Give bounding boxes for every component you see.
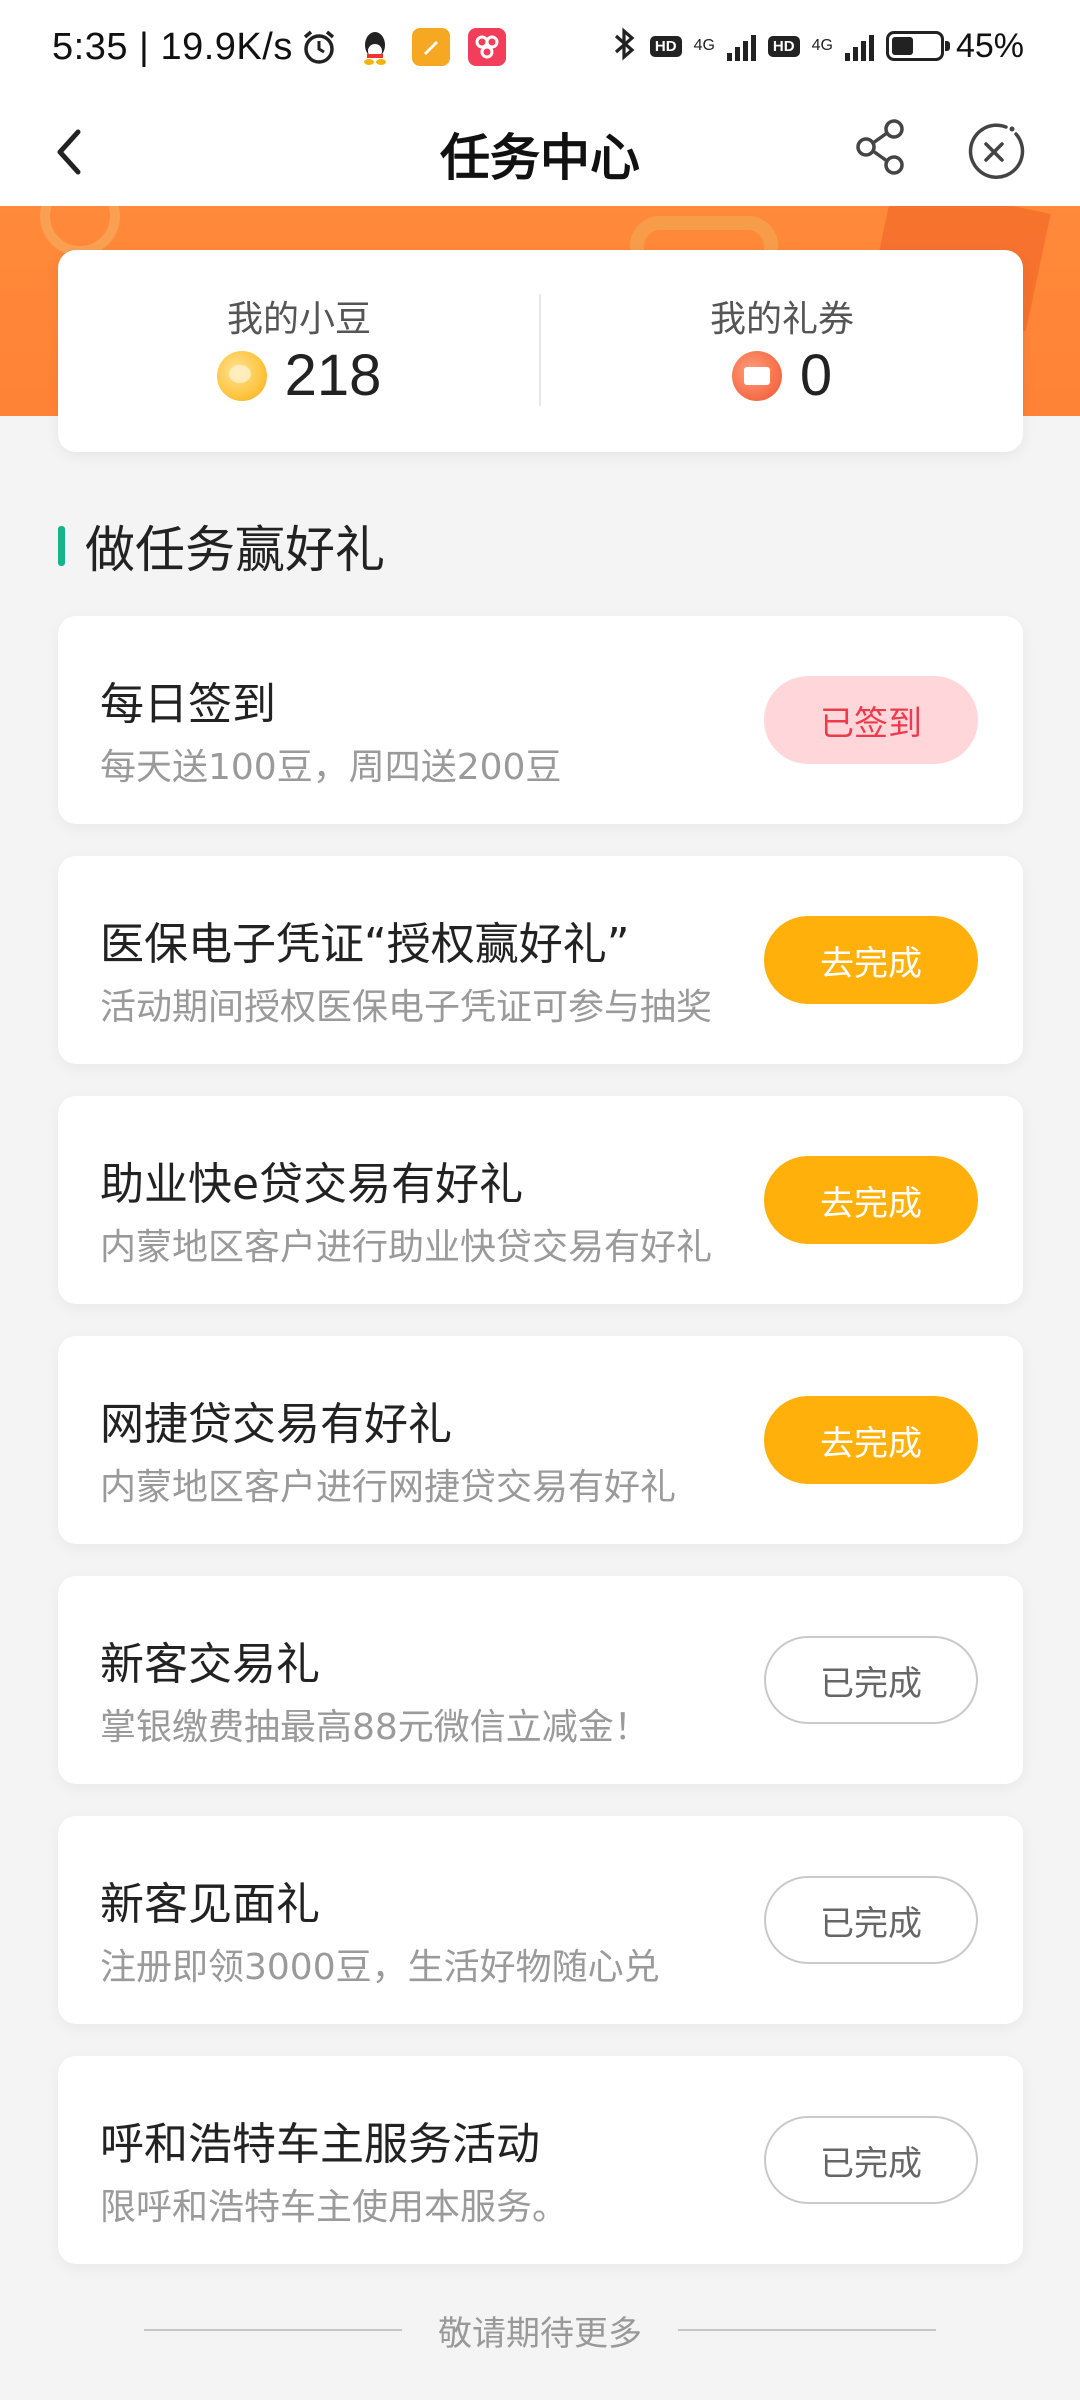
assets-summary-card: 我的小豆 218 我的礼券 0 [58, 250, 1023, 452]
footer-text: 敬请期待更多 [438, 2313, 642, 2354]
page-title: 任务中心 [440, 129, 640, 187]
coin-icon [216, 350, 267, 401]
hd-badge: HD [649, 35, 682, 57]
close-circle-icon [968, 123, 1025, 179]
section-accent-bar [58, 526, 65, 566]
task-description: 内蒙地区客户进行网捷贷交易有好礼 [100, 1467, 677, 1508]
close-button[interactable] [956, 112, 1034, 190]
beans-label: 我的小豆 [226, 299, 371, 340]
task-description: 注册即领3000豆，生活好物随心兑 [100, 1947, 660, 1988]
task-title: 新客见面礼 [100, 1879, 320, 1930]
status-right-icons: HD 4G HD 4G 45% [612, 26, 1024, 66]
go-complete-button[interactable]: 去完成 [764, 1156, 978, 1244]
task-title: 助业快e贷交易有好礼 [100, 1159, 524, 1210]
task-title: 新客交易礼 [100, 1639, 320, 1690]
task-card: 新客交易礼 掌银缴费抽最高88元微信立减金！ 已完成 [58, 1576, 1023, 1784]
status-bar: 5:35 | 19.9K/s HD 4G HD 4G 45% [0, 0, 1080, 96]
bluetooth-icon [612, 26, 638, 66]
coupon-icon [731, 350, 782, 401]
task-card: 呼和浩特车主服务活动 限呼和浩特车主使用本服务。 已完成 [58, 2056, 1023, 2264]
task-card: 新客见面礼 注册即领3000豆，生活好物随心兑 已完成 [58, 1816, 1023, 2024]
task-card: 助业快e贷交易有好礼 内蒙地区客户进行助业快贷交易有好礼 去完成 [58, 1096, 1023, 1304]
task-card: 医保电子凭证“授权赢好礼” 活动期间授权医保电子凭证可参与抽奖 去完成 [58, 856, 1023, 1064]
task-card: 每日签到 每天送100豆，周四送200豆 已签到 [58, 616, 1023, 824]
completed-button[interactable]: 已完成 [764, 1876, 978, 1964]
task-title: 每日签到 [100, 679, 276, 730]
signal-icon [726, 31, 756, 61]
task-description: 内蒙地区客户进行助业快贷交易有好礼 [100, 1227, 713, 1268]
go-complete-button[interactable]: 去完成 [764, 1396, 978, 1484]
qq-icon [356, 28, 394, 66]
task-description: 活动期间授权医保电子凭证可参与抽奖 [100, 987, 713, 1028]
completed-button[interactable]: 已完成 [764, 2116, 978, 2204]
network-type: 4G [693, 37, 715, 54]
coupons-label: 我的礼券 [709, 299, 854, 340]
coupons-summary[interactable]: 我的礼券 0 [541, 250, 1023, 452]
task-description: 每天送100豆，周四送200豆 [100, 747, 562, 788]
section-title: 做任务赢好礼 [85, 521, 385, 579]
divider [144, 2329, 402, 2331]
section-header: 做任务赢好礼 [58, 516, 385, 579]
task-card: 网捷贷交易有好礼 内蒙地区客户进行网捷贷交易有好礼 去完成 [58, 1336, 1023, 1544]
battery-percent: 45% [955, 26, 1024, 65]
share-icon [856, 119, 904, 175]
signal-icon [844, 31, 874, 61]
task-description: 掌银缴费抽最高88元微信立减金！ [100, 1707, 650, 1748]
share-button[interactable] [846, 112, 916, 182]
network-type: 4G [811, 37, 833, 54]
coupons-value: 0 [799, 343, 833, 408]
battery-icon [885, 31, 950, 61]
task-description: 限呼和浩特车主使用本服务。 [100, 2187, 569, 2228]
notes-app-icon [412, 28, 450, 66]
nav-bar: 任务中心 [0, 96, 1080, 206]
task-title: 医保电子凭证“授权赢好礼” [100, 919, 630, 970]
beans-value: 218 [284, 343, 382, 408]
status-app-icons [300, 28, 506, 66]
status-time-speed: 5:35 | 19.9K/s [52, 26, 293, 68]
list-footer: 敬请期待更多 [0, 2300, 1080, 2360]
task-title: 网捷贷交易有好礼 [100, 1399, 452, 1450]
signed-in-button[interactable]: 已签到 [764, 676, 978, 764]
go-complete-button[interactable]: 去完成 [764, 916, 978, 1004]
alarm-icon [300, 28, 338, 66]
divider [678, 2329, 936, 2331]
task-title: 呼和浩特车主服务活动 [100, 2119, 540, 2170]
hd-badge: HD [767, 35, 800, 57]
completed-button[interactable]: 已完成 [764, 1636, 978, 1724]
app-icon [468, 28, 506, 66]
beans-summary[interactable]: 我的小豆 218 [58, 250, 540, 452]
